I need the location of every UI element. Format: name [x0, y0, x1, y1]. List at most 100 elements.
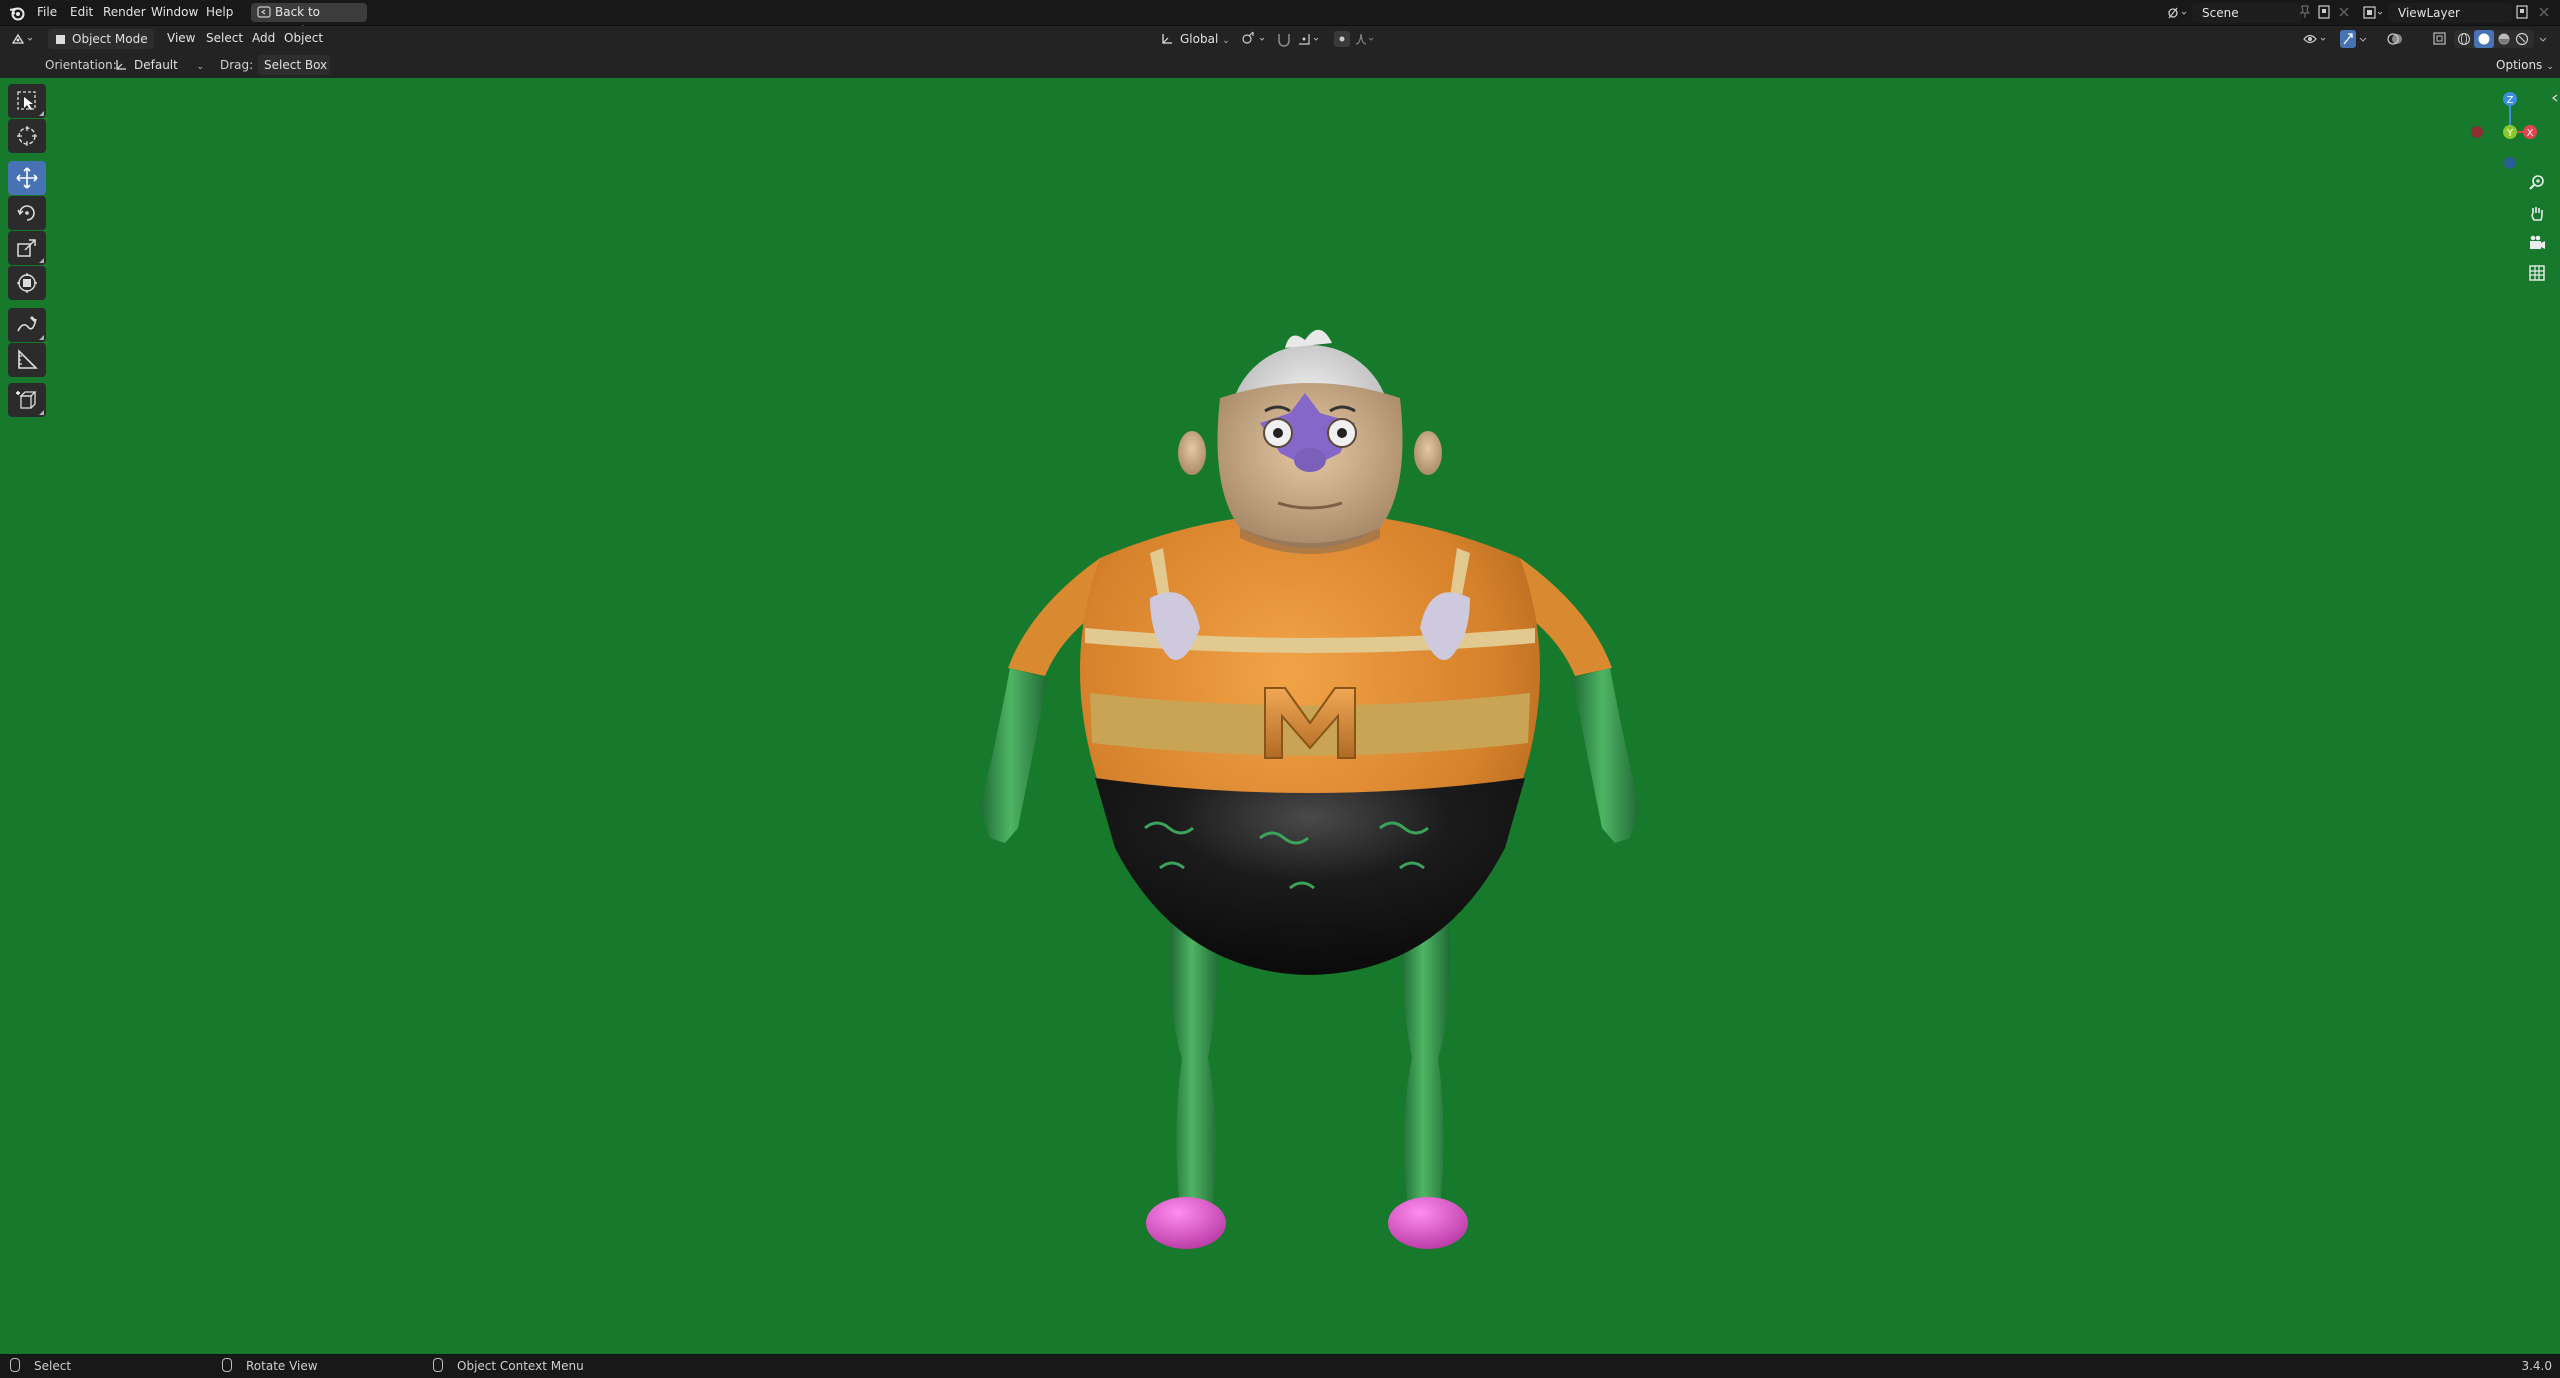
object-mode-icon — [54, 32, 67, 52]
chevron-down-icon: ⌄ — [2546, 62, 2554, 72]
measure-icon — [18, 349, 38, 369]
shading-dropdown-icon[interactable] — [2538, 30, 2550, 48]
grid-icon — [2529, 265, 2545, 281]
wireframe-shading-icon[interactable] — [2456, 31, 2472, 47]
status-select: Select — [10, 1357, 71, 1376]
tool-move[interactable] — [8, 161, 46, 195]
gizmo-x-label: X — [2527, 128, 2534, 139]
tool-select-box[interactable] — [8, 84, 46, 118]
status-context-menu: Object Context Menu — [433, 1357, 584, 1376]
delete-view-layer-icon[interactable] — [2536, 4, 2552, 20]
header-menu-select[interactable]: Select — [199, 29, 250, 48]
pan-view-button[interactable] — [2522, 198, 2552, 228]
xray-toggle-icon[interactable] — [2432, 30, 2448, 48]
cursor-icon — [17, 126, 37, 146]
camera-view-button[interactable] — [2522, 228, 2552, 258]
rendered-shading-icon[interactable] — [2514, 31, 2530, 47]
view-layer-browse-icon[interactable] — [2362, 4, 2386, 22]
mode-label: Object Mode — [72, 32, 148, 46]
perspective-toggle-button[interactable] — [2522, 258, 2552, 288]
new-view-layer-icon[interactable] — [2514, 4, 2530, 20]
visibility-icon[interactable] — [2302, 30, 2332, 48]
hand-icon — [2531, 207, 2543, 221]
scene-browse-icon[interactable] — [2166, 4, 2190, 22]
transform-orientation-label: Global — [1180, 32, 1219, 46]
navigation-gizmo[interactable]: Z X Y — [2460, 82, 2560, 178]
tool-add-cube[interactable] — [8, 383, 46, 417]
add-cube-icon — [16, 391, 37, 409]
drag-dropdown[interactable]: Select Box⌄ — [258, 55, 330, 92]
falloff-icon[interactable] — [1354, 30, 1376, 48]
transform-orientation-dropdown[interactable]: Global ⌄ — [1156, 29, 1230, 49]
back-icon — [257, 5, 271, 25]
orientation-label: Orientation: — [45, 58, 117, 72]
gizmo-neg-x-axis[interactable] — [2471, 126, 2483, 138]
orientation-value: Default — [134, 58, 178, 72]
menu-window[interactable]: Window — [144, 3, 205, 22]
tool-settings-bar: Orientation: Default ⌄ Drag: Select Box⌄… — [0, 52, 2560, 92]
annotate-icon — [17, 316, 37, 332]
options-label: Options — [2496, 58, 2543, 72]
top-menu-bar: File Edit Render Window Help Back to Pre… — [0, 0, 2560, 38]
magnifier-icon — [2529, 175, 2544, 190]
pivot-point-icon[interactable] — [1240, 30, 1270, 48]
model-letter: M — [1310, 248, 1311, 249]
tool-transform[interactable] — [8, 266, 46, 300]
blender-logo-icon[interactable] — [8, 4, 26, 22]
gizmo-dropdown-icon[interactable] — [2358, 30, 2370, 48]
status-rotate-view: Rotate View — [222, 1357, 318, 1376]
gizmo-z-label: Z — [2507, 95, 2514, 106]
editor-type-icon[interactable] — [10, 30, 38, 48]
tool-measure[interactable] — [8, 343, 46, 377]
menu-help[interactable]: Help — [199, 3, 240, 22]
mouse-right-icon — [433, 1358, 443, 1372]
view-layer-name-field[interactable]: ViewLayer — [2388, 3, 2512, 23]
orientation-dropdown[interactable]: Default ⌄ — [110, 55, 208, 75]
sidebar-toggle-icon[interactable] — [2550, 92, 2560, 102]
orientation-global-icon — [1160, 32, 1174, 52]
tool-annotate[interactable] — [8, 308, 46, 342]
shading-mode-group — [2454, 30, 2534, 48]
zoom-view-button[interactable] — [2522, 168, 2552, 198]
gizmo-neg-z-axis[interactable] — [2504, 157, 2516, 169]
overlays-icon[interactable] — [2386, 30, 2404, 48]
scene-name-field[interactable]: Scene — [2192, 3, 2302, 23]
status-rotate-label: Rotate View — [246, 1359, 318, 1373]
tool-scale[interactable] — [8, 231, 46, 265]
mode-dropdown[interactable]: Object Mode⌄ — [48, 29, 154, 66]
menu-file[interactable]: File — [30, 3, 64, 22]
version-label: 3.4.0 — [2521, 1359, 2552, 1373]
gizmo-y-label: Y — [2506, 128, 2514, 139]
chevron-down-icon: ⌄ — [1222, 36, 1230, 46]
tool-rotate[interactable] — [8, 196, 46, 230]
back-to-previous-button[interactable]: Back to Previous — [251, 3, 367, 38]
chevron-down-icon: ⌄ — [196, 62, 204, 72]
tool-cursor[interactable] — [8, 119, 46, 153]
gizmo-toggle-icon[interactable] — [2340, 30, 2356, 48]
header-menu-view[interactable]: View — [160, 29, 202, 48]
orientation-default-icon — [114, 58, 128, 78]
new-scene-icon[interactable] — [2316, 4, 2332, 20]
snap-target-icon[interactable] — [1296, 30, 1326, 48]
header-menu-object[interactable]: Object — [277, 29, 330, 48]
status-context-label: Object Context Menu — [457, 1359, 584, 1373]
transform-icon — [17, 273, 37, 293]
select-box-icon — [17, 91, 36, 110]
3d-character-model[interactable]: M — [960, 248, 1660, 1268]
drag-value: Select Box — [264, 58, 328, 72]
solid-shading-icon[interactable] — [2474, 30, 2494, 48]
rotate-icon — [17, 205, 35, 221]
status-bar: Select Rotate View Object Context Menu 3… — [0, 1354, 2560, 1378]
drag-label: Drag: — [220, 58, 254, 72]
scale-icon — [17, 239, 36, 257]
pin-icon[interactable] — [2298, 4, 2312, 20]
snap-toggle-icon[interactable] — [1276, 30, 1292, 48]
viewport-header: Object Mode⌄ View Select Add Object Glob… — [0, 26, 2560, 66]
options-dropdown[interactable]: Options ⌄ — [2490, 55, 2554, 75]
menu-edit[interactable]: Edit — [63, 3, 100, 22]
3d-viewport[interactable]: Z X Y M — [0, 78, 2560, 1354]
proportional-editing-icon[interactable] — [1334, 31, 1350, 47]
move-icon — [16, 167, 38, 189]
material-shading-icon[interactable] — [2496, 31, 2512, 47]
delete-scene-icon[interactable] — [2336, 4, 2352, 20]
